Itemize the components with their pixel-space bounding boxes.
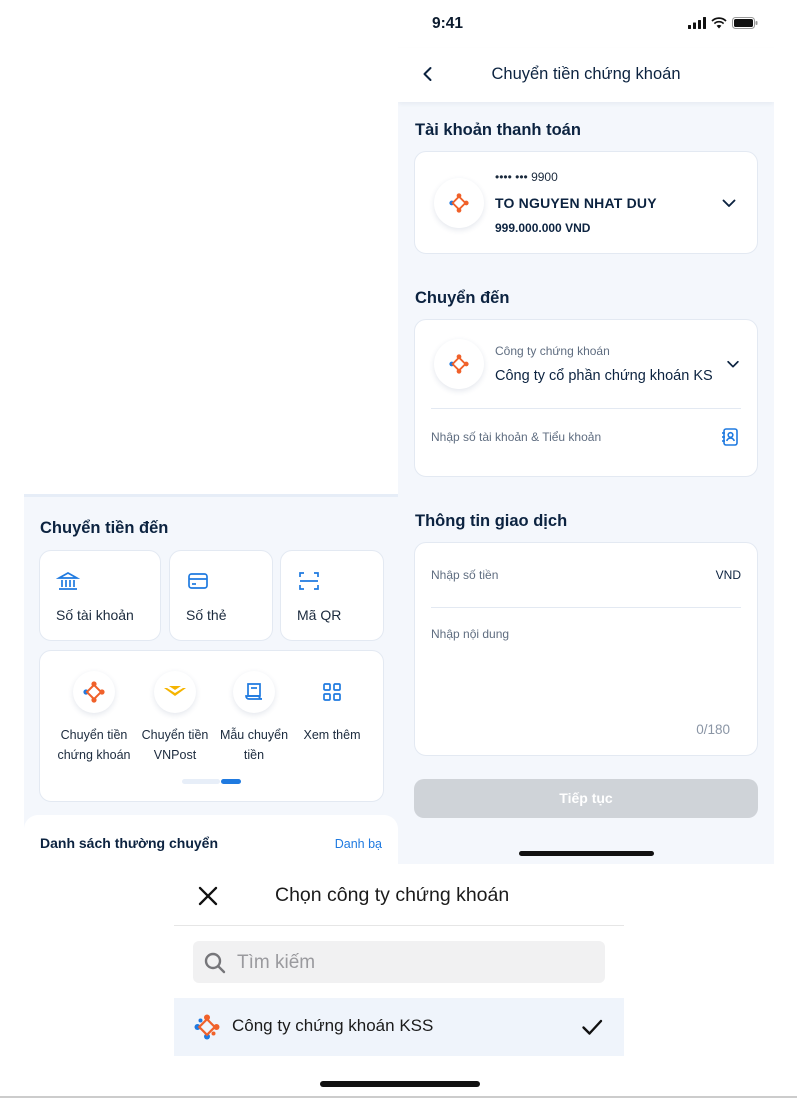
amount-placeholder: Nhập số tiền	[431, 568, 499, 582]
feature-transfer-template[interactable]: Mẫu chuyển tiền	[211, 671, 297, 765]
feature-label-line2: tiền	[243, 748, 265, 762]
company-field-value: Công ty cổ phần chứng khoán KS	[495, 368, 713, 384]
account-holder-name: TO NGUYEN NHAT DUY	[495, 195, 657, 211]
page-dot-active	[221, 779, 241, 784]
search-icon	[204, 952, 226, 974]
company-field-label: Công ty chứng khoán	[495, 344, 610, 358]
features-card: Chuyển tiền chứng khoán Chuyển tiền VNPo…	[39, 650, 384, 802]
account-number: •••• ••• 9900	[495, 170, 558, 184]
feature-vnpost-transfer[interactable]: Chuyển tiền VNPost	[132, 671, 218, 765]
vnpost-icon	[164, 686, 186, 696]
qr-scan-icon	[299, 572, 319, 590]
transfer-destinations-panel: Chuyển tiền đến Số tài khoản Số thẻ Mã Q…	[24, 494, 398, 864]
battery-icon	[732, 17, 758, 29]
bank-icon	[56, 572, 80, 590]
transaction-info-card: Nhập số tiền VND Nhập nội dung 0/180	[414, 542, 758, 756]
bank-logo-icon	[449, 193, 469, 213]
securities-company-selector[interactable]: Công ty chứng khoán Công ty cổ phần chứn…	[415, 320, 757, 408]
option-card-number[interactable]: Số thẻ	[169, 550, 273, 641]
payment-account-title: Tài khoản thanh toán	[415, 121, 581, 139]
sheet-title: Chọn công ty chứng khoán	[275, 884, 510, 906]
content-placeholder: Nhập nội dung	[431, 627, 510, 641]
status-time: 9:41	[432, 15, 464, 32]
option-label: Số tài khoản	[56, 607, 134, 623]
feature-label-line2: VNPost	[153, 748, 197, 762]
transaction-info-title: Thông tin giao dịch	[415, 512, 568, 530]
frequent-transfers-title: Danh sách thường chuyển	[40, 835, 219, 851]
transfer-to-card: Công ty chứng khoán Công ty cổ phần chứn…	[414, 319, 758, 477]
search-input[interactable]: Tìm kiếm	[193, 941, 605, 983]
continue-button[interactable]: Tiếp tục	[414, 779, 758, 818]
chevron-down-icon	[727, 360, 739, 368]
transfer-to-title: Chuyển đến	[415, 289, 510, 307]
contacts-link[interactable]: Danh bạ	[335, 837, 382, 851]
option-account-number[interactable]: Số tài khoản	[39, 550, 161, 641]
signal-icon	[688, 17, 706, 29]
securities-transfer-screen: 9:41 Chuyển tiền chứng khoán Tài khoản t…	[398, 0, 774, 864]
status-bar: 9:41	[398, 0, 774, 48]
more-grid-icon	[323, 683, 341, 701]
page-indicator	[182, 779, 242, 785]
frequent-transfers-card: Danh sách thường chuyển Danh bạ	[24, 815, 398, 864]
securities-logo-icon	[449, 354, 469, 374]
search-placeholder: Tìm kiếm	[237, 952, 316, 973]
home-indicator	[320, 1081, 480, 1087]
amount-input[interactable]: Nhập số tiền VND	[415, 543, 757, 607]
account-input-placeholder: Nhập số tài khoản & Tiểu khoản	[431, 430, 602, 444]
template-icon	[245, 683, 263, 700]
feature-label-line1: Chuyển tiền	[141, 728, 209, 742]
currency-label: VND	[715, 568, 741, 582]
feature-label-line1: Xem thêm	[303, 728, 361, 742]
page-dot	[182, 779, 220, 784]
company-option-kss[interactable]: Công ty chứng khoán KSS	[174, 998, 624, 1056]
feature-label-line2: chứng khoán	[57, 748, 131, 762]
option-label: Mã QR	[297, 607, 342, 623]
wifi-icon	[711, 17, 727, 29]
contact-book-icon[interactable]	[720, 427, 740, 447]
feature-see-more[interactable]: Xem thêm	[289, 671, 375, 745]
feature-label-line1: Chuyển tiền	[60, 728, 128, 742]
securities-logo-icon	[83, 681, 105, 703]
char-counter: 0/180	[696, 722, 730, 737]
feature-securities-transfer[interactable]: Chuyển tiền chứng khoán	[51, 671, 137, 765]
account-number-input[interactable]: Nhập số tài khoản & Tiểu khoản	[415, 409, 757, 477]
option-label: Số thẻ	[186, 607, 227, 623]
payment-account-selector[interactable]: •••• ••• 9900 TO NGUYEN NHAT DUY 999.000…	[414, 151, 758, 254]
page-title: Chuyển tiền chứng khoán	[491, 65, 681, 83]
home-indicator	[519, 851, 654, 856]
checkmark-icon	[582, 1019, 603, 1035]
option-qr-code[interactable]: Mã QR	[280, 550, 384, 641]
account-balance: 999.000.000 VND	[495, 221, 591, 235]
transfer-to-title: Chuyển tiền đến	[40, 519, 169, 537]
sheet-divider	[174, 925, 624, 926]
company-option-label: Công ty chứng khoán KSS	[232, 1016, 434, 1035]
securities-logo-icon	[194, 1014, 220, 1040]
card-icon	[188, 573, 208, 589]
close-icon[interactable]	[196, 884, 220, 908]
chevron-down-icon	[722, 199, 736, 207]
content-textarea[interactable]: Nhập nội dung 0/180	[415, 608, 757, 755]
feature-label-line1: Mẫu chuyển	[219, 728, 289, 742]
nav-bar: Chuyển tiền chứng khoán	[398, 48, 774, 102]
